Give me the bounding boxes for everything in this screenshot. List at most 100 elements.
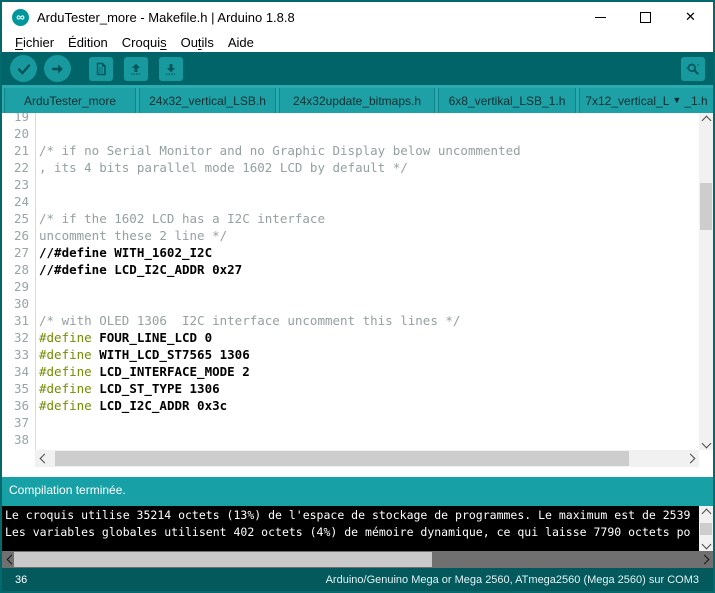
tab-bar: ArduTester_more 24x32_vertical_LSB.h 24x32… xyxy=(2,85,713,113)
code-line: 26 uncomment these 2 line */ xyxy=(2,227,699,244)
arduino-ide-window: ∞ ArduTester_more - Makefile.h | Arduino… xyxy=(0,0,715,593)
code-line: 21/* if no Serial Monitor and no Graphic… xyxy=(2,142,699,159)
maximize-icon xyxy=(640,11,651,23)
code-line: 23 xyxy=(2,176,699,193)
menu-item-aide[interactable]: Aide xyxy=(221,35,261,50)
menu-item-dition[interactable]: Édition xyxy=(61,35,115,50)
code-line: 22, its 4 bits parallel mode 1602 LCD by… xyxy=(2,159,699,176)
code-line: 24 xyxy=(2,193,699,210)
tab-ardutester-more[interactable]: ArduTester_more xyxy=(4,88,136,113)
line-number: 22 xyxy=(13,160,29,175)
code-line: 29 xyxy=(2,278,699,295)
code-line: 20 xyxy=(2,125,699,142)
code-line: 36 #define LCD_I2C_ADDR 0x3c xyxy=(2,397,699,414)
minimize-button[interactable] xyxy=(578,2,623,32)
editor-vertical-scrollbar[interactable] xyxy=(699,113,713,450)
checkmark-icon xyxy=(17,63,30,75)
tab-6x8-vertikal-lsb-1-h[interactable]: 6x8_vertikal_LSB_1.h xyxy=(438,88,576,113)
maximize-button[interactable] xyxy=(623,2,668,32)
scroll-right-arrow-icon[interactable] xyxy=(683,451,697,465)
code-line: 19 xyxy=(2,113,699,125)
scroll-down-arrow-icon[interactable] xyxy=(699,436,713,450)
line-number: 37 xyxy=(13,415,29,430)
console-horizontal-scrollbar-thumb[interactable] xyxy=(14,552,432,567)
current-line-indicator: 36 xyxy=(15,573,28,586)
line-number: 21 xyxy=(13,143,29,158)
line-number: 38 xyxy=(13,432,29,447)
tab-24x32update-bitmaps-h[interactable]: 24x32update_bitmaps.h xyxy=(279,88,435,113)
footer-status-bar: 36 Arduino/Genuino Mega or Mega 2560, AT… xyxy=(2,568,713,591)
code-line: 31/* with OLED 1306 I2C interface uncomm… xyxy=(2,312,699,329)
console-horizontal-scrollbar[interactable] xyxy=(2,551,713,568)
code-line: 37 xyxy=(2,414,699,431)
console-text: Le croquis utilise 35214 octets (13%) de… xyxy=(5,508,691,539)
tab-24x32-vertical-lsb-h[interactable]: 24x32_vertical_LSB.h xyxy=(139,88,276,113)
line-number: 32 xyxy=(13,330,29,345)
line-number: 26 xyxy=(13,228,29,243)
line-number: 30 xyxy=(13,296,29,311)
console-vertical-scrollbar[interactable] xyxy=(699,506,713,551)
line-number: 35 xyxy=(13,381,29,396)
window-title: ArduTester_more - Makefile.h | Arduino 1… xyxy=(37,9,295,25)
console-vertical-scrollbar-thumb[interactable] xyxy=(700,523,712,535)
code-line: 38 xyxy=(2,431,699,448)
new-sketch-button[interactable] xyxy=(89,56,113,81)
code-line: 25/* if the 1602 LCD has a I2C interface xyxy=(2,210,699,227)
arduino-logo-icon: ∞ xyxy=(12,8,29,26)
code-line: 33 #define WITH_LCD_ST7565 1306 xyxy=(2,346,699,363)
status-message: Compilation terminée. xyxy=(9,483,126,497)
line-number: 31 xyxy=(13,313,29,328)
code-lines: 19 20 21/* if no Serial Monitor and no Gra… xyxy=(2,113,699,448)
arrow-right-icon xyxy=(51,63,63,74)
document-icon xyxy=(96,62,106,75)
toolbar xyxy=(2,52,713,85)
line-number: 25 xyxy=(13,211,29,226)
tab-7x12-vertical-lsb-1-h[interactable]: 7x12_vertical_L ▼ _1.h xyxy=(579,88,713,113)
line-number: 28 xyxy=(13,262,29,277)
arrow-down-icon xyxy=(166,63,176,75)
window-controls: ✕ xyxy=(578,2,713,32)
line-number: 27 xyxy=(13,245,29,260)
code-line: 28//#define LCD_I2C_ADDR 0x27 xyxy=(2,261,699,278)
gutter-separator xyxy=(35,113,36,450)
minimize-icon xyxy=(595,16,606,18)
editor-horizontal-scrollbar[interactable] xyxy=(35,450,699,467)
tab-list-dropdown-icon[interactable]: ▼ xyxy=(672,96,681,105)
verify-button[interactable] xyxy=(10,55,37,82)
editor-horizontal-scrollbar-thumb[interactable] xyxy=(55,451,629,466)
code-line: 32 #define FOUR_LINE_LCD 0 xyxy=(2,329,699,346)
console-scroll-up-arrow-icon[interactable] xyxy=(699,506,713,520)
code-line: 27//#define WITH_1602_I2C xyxy=(2,244,699,261)
code-line: 34 #define LCD_INTERFACE_MODE 2 xyxy=(2,363,699,380)
open-button[interactable] xyxy=(124,56,148,81)
title-bar: ∞ ArduTester_more - Makefile.h | Arduino… xyxy=(2,2,713,32)
scroll-up-arrow-icon[interactable] xyxy=(699,113,713,127)
menu-item-outils[interactable]: Outils xyxy=(174,35,221,50)
code-editor[interactable]: 19 20 21/* if no Serial Monitor and no Gra… xyxy=(2,113,699,450)
editor-area: 19 20 21/* if no Serial Monitor and no Gra… xyxy=(2,113,713,467)
close-button[interactable]: ✕ xyxy=(668,2,713,32)
board-port-info: Arduino/Genuino Mega or Mega 2560, ATmeg… xyxy=(325,573,699,586)
line-number: 24 xyxy=(13,194,29,209)
upload-button[interactable] xyxy=(44,55,71,82)
line-number: 23 xyxy=(13,177,29,192)
status-message-bar: Compilation terminée. xyxy=(2,477,713,506)
save-button[interactable] xyxy=(159,56,183,81)
menu-item-croquis[interactable]: Croquis xyxy=(115,35,174,50)
line-number: 34 xyxy=(13,364,29,379)
editor-bottom-gap xyxy=(2,467,713,477)
line-number: 33 xyxy=(13,347,29,362)
console-scroll-right-arrow-icon[interactable] xyxy=(697,552,711,566)
line-number: 20 xyxy=(13,126,29,141)
code-line: 30 xyxy=(2,295,699,312)
serial-monitor-button[interactable] xyxy=(681,56,705,81)
menu-item-fichier[interactable]: Fichier xyxy=(8,35,61,50)
scroll-left-arrow-icon[interactable] xyxy=(37,451,51,465)
line-number: 36 xyxy=(13,398,29,413)
line-number: 19 xyxy=(13,113,29,124)
menu-bar: Fichier Édition Croquis Outils Aide xyxy=(2,32,713,52)
magnifier-icon xyxy=(686,63,699,75)
console-scroll-down-arrow-icon[interactable] xyxy=(699,537,713,551)
editor-vertical-scrollbar-thumb[interactable] xyxy=(700,183,712,230)
code-line: 35 #define LCD_ST_TYPE 1306 xyxy=(2,380,699,397)
